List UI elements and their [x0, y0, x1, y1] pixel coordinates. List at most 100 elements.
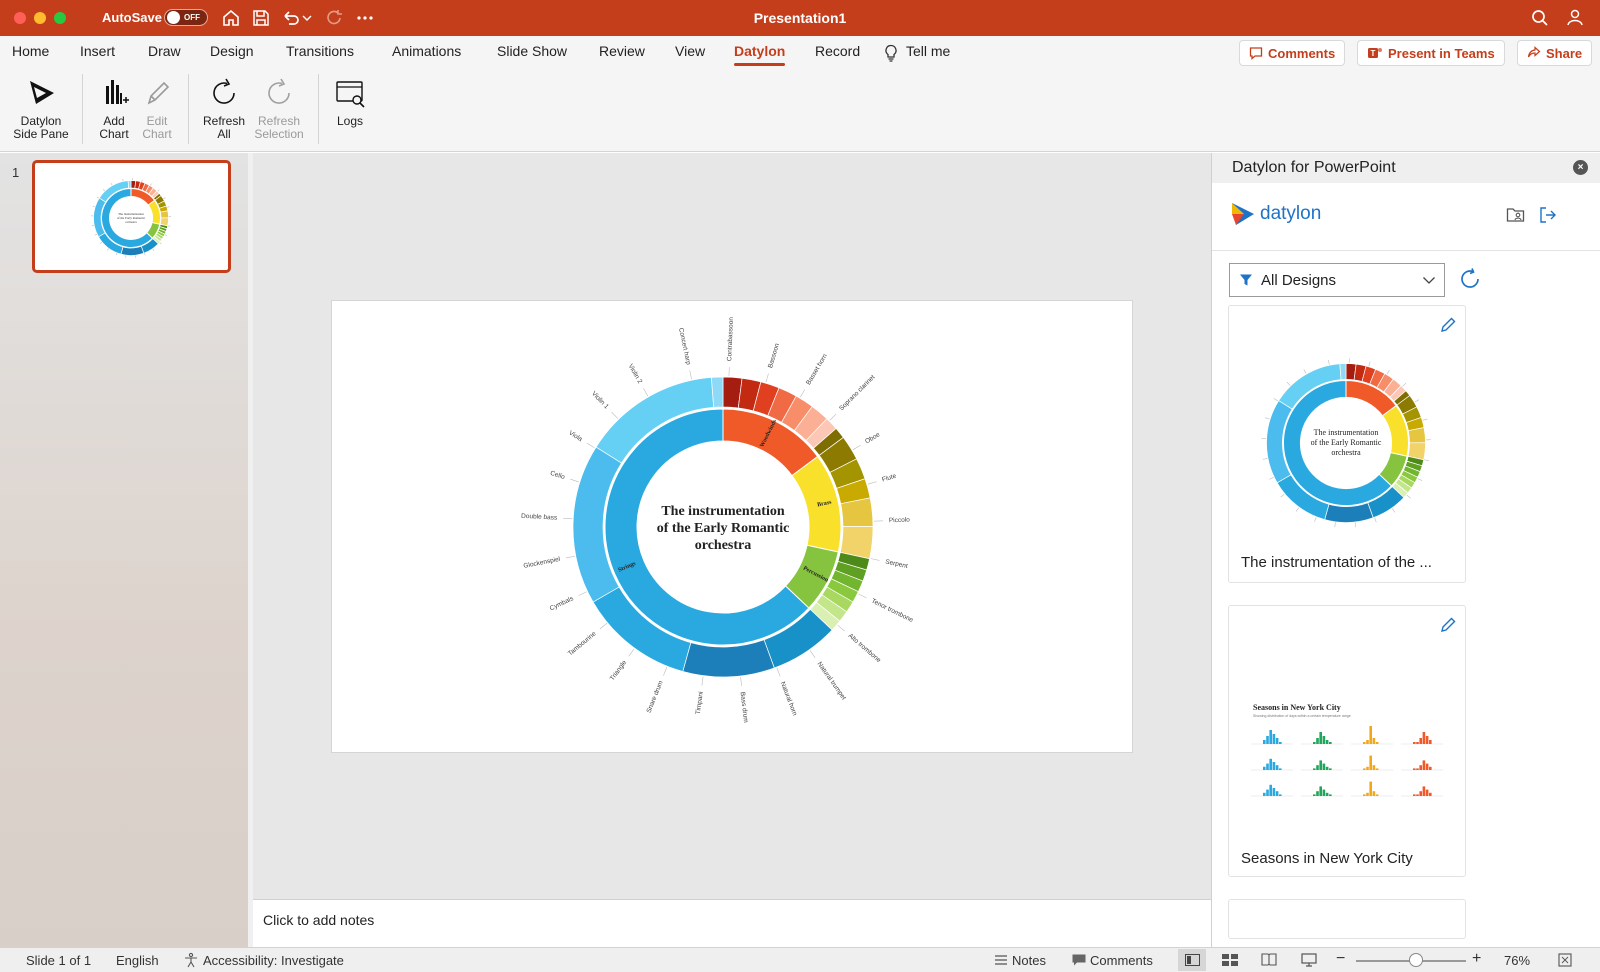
refresh-selection-button[interactable]: Refresh Selection — [250, 76, 308, 141]
outer-ring-segment[interactable] — [1339, 363, 1347, 380]
save-icon[interactable] — [251, 8, 271, 28]
autosave-toggle[interactable]: OFF — [164, 9, 208, 26]
mini-histogram-bar — [1313, 768, 1316, 770]
refresh-icon — [213, 78, 235, 104]
card-chart-preview: The instrumentation of the Early Romanti… — [1261, 358, 1431, 528]
edit-chart-button[interactable]: Edit Chart — [137, 76, 177, 141]
slide-thumbnail[interactable]: The instrumentation of the Early Romantic… — [32, 160, 231, 273]
window-minimize-button[interactable] — [34, 12, 46, 24]
more-icon[interactable] — [355, 8, 375, 28]
chart-title-line-3: orchestra — [695, 538, 752, 553]
outer-label-tick — [1264, 417, 1270, 420]
design-card-instrumentation[interactable]: The instrumentation of the Early Romanti… — [1228, 305, 1466, 583]
accessibility-status[interactable]: Accessibility: Investigate — [203, 953, 344, 968]
outer-label-tick — [837, 624, 845, 632]
comments-toggle[interactable]: Comments — [1090, 953, 1153, 968]
mini-histogram-bar — [1425, 736, 1429, 744]
ribbon: Datylon Side Pane Add Chart Edit Chart R… — [0, 70, 1600, 152]
refresh-all-button[interactable]: Refresh All — [200, 76, 248, 141]
outer-label-tick — [701, 676, 704, 686]
mini-histogram-bar — [1369, 781, 1372, 796]
tab-draw[interactable]: Draw — [148, 43, 181, 59]
card-label: The instrumentation of the ... — [1241, 554, 1432, 571]
edit-pencil-icon[interactable] — [1439, 316, 1457, 334]
edit-pencil-icon[interactable] — [1439, 616, 1457, 634]
search-icon[interactable] — [1530, 8, 1550, 28]
language-indicator[interactable]: English — [116, 953, 159, 968]
zoom-slider-knob[interactable] — [1409, 953, 1424, 967]
tab-record[interactable]: Record — [815, 43, 860, 59]
tab-review[interactable]: Review — [599, 43, 645, 59]
mini-histogram-bar — [1416, 794, 1419, 796]
outer-ring-segment[interactable] — [1407, 427, 1426, 444]
add-chart-button[interactable]: Add Chart — [94, 76, 134, 141]
present-in-teams-button[interactable]: T Present in Teams — [1357, 40, 1505, 66]
mini-histogram-bar — [1263, 792, 1266, 796]
outer-ring-label: Natural trumpet — [816, 661, 848, 702]
datylon-logo-icon — [1232, 203, 1254, 225]
design-filter-select[interactable]: All Designs — [1229, 263, 1445, 297]
design-card-seasons[interactable]: Seasons in New York City Showing distrib… — [1228, 605, 1466, 877]
account-icon[interactable] — [1566, 8, 1586, 28]
outer-label-tick — [570, 478, 579, 483]
mini-histogram-bar — [1372, 791, 1376, 796]
tab-slide-show[interactable]: Slide Show — [497, 43, 567, 59]
refresh-designs-icon[interactable] — [1458, 267, 1482, 291]
pane-close-button[interactable]: × — [1573, 160, 1588, 175]
folder-user-icon[interactable] — [1506, 206, 1526, 224]
outer-label-tick — [689, 370, 692, 380]
outer-label-tick — [100, 241, 103, 244]
design-card-partial[interactable] — [1228, 899, 1466, 939]
outer-ring-segment[interactable] — [710, 376, 724, 408]
home-icon[interactable] — [221, 8, 241, 28]
slideshow-icon[interactable] — [1301, 953, 1317, 967]
datylon-side-pane-button[interactable]: Datylon Side Pane — [10, 76, 72, 141]
redo-icon[interactable] — [325, 8, 345, 28]
tab-transitions[interactable]: Transitions — [286, 43, 354, 59]
outer-label-tick — [1424, 459, 1429, 461]
undo-icon[interactable] — [281, 8, 301, 28]
tell-me-search[interactable]: Tell me — [906, 43, 950, 59]
mini-histogram-bar — [1366, 766, 1369, 770]
sunburst-chart[interactable]: Concert harp Contrabassoon Bassoon Basset h… — [332, 301, 1132, 752]
tab-datylon[interactable]: Datylon — [734, 43, 786, 66]
edit-chart-label-2: Chart — [142, 127, 172, 141]
mini-histogram-bar — [1275, 765, 1279, 770]
zoom-in-button[interactable]: + — [1472, 950, 1481, 968]
refresh-selection-label-2: Selection — [254, 127, 304, 141]
sign-out-icon[interactable] — [1538, 205, 1558, 225]
outer-label-tick — [1422, 418, 1428, 421]
reading-view-icon[interactable] — [1261, 953, 1277, 966]
tab-view[interactable]: View — [675, 43, 705, 59]
mini-histogram-bar — [1322, 789, 1326, 796]
outer-ring-segment[interactable] — [127, 180, 132, 189]
lightbulb-icon — [885, 44, 897, 62]
outer-ring-segment[interactable] — [160, 210, 169, 219]
logs-button[interactable]: Logs — [330, 76, 370, 128]
tab-home[interactable]: Home — [12, 43, 49, 59]
logs-label: Logs — [336, 114, 364, 128]
tab-insert[interactable]: Insert — [80, 43, 115, 59]
mini-histogram-bar — [1429, 766, 1432, 770]
undo-dropdown-icon[interactable] — [301, 8, 313, 28]
normal-view-button[interactable] — [1178, 949, 1206, 971]
slide-number: 1 — [12, 165, 20, 180]
seasons-chart-preview: Seasons in New York City Showing distrib… — [1251, 703, 1443, 797]
zoom-level[interactable]: 76% — [1504, 953, 1530, 968]
tab-design[interactable]: Design — [210, 43, 254, 59]
outer-label-tick — [96, 196, 100, 199]
slide[interactable]: Concert harp Contrabassoon Bassoon Basset h… — [332, 301, 1132, 752]
zoom-out-button[interactable]: − — [1336, 950, 1345, 968]
comments-button[interactable]: Comments — [1239, 40, 1346, 66]
add-chart-icon — [106, 80, 129, 104]
window-close-button[interactable] — [14, 12, 26, 24]
slide-sorter-icon[interactable] — [1222, 954, 1238, 966]
fit-to-window-icon[interactable] — [1558, 953, 1572, 967]
tab-animations[interactable]: Animations — [392, 43, 461, 59]
mini-histogram-bar — [1275, 738, 1279, 744]
share-button[interactable]: Share — [1517, 40, 1593, 66]
notes-toggle[interactable]: Notes — [1012, 953, 1046, 968]
thumbnail-title-line: orchestra — [125, 220, 137, 224]
notes-pane[interactable]: Click to add notes — [253, 899, 1211, 947]
window-maximize-button[interactable] — [54, 12, 66, 24]
